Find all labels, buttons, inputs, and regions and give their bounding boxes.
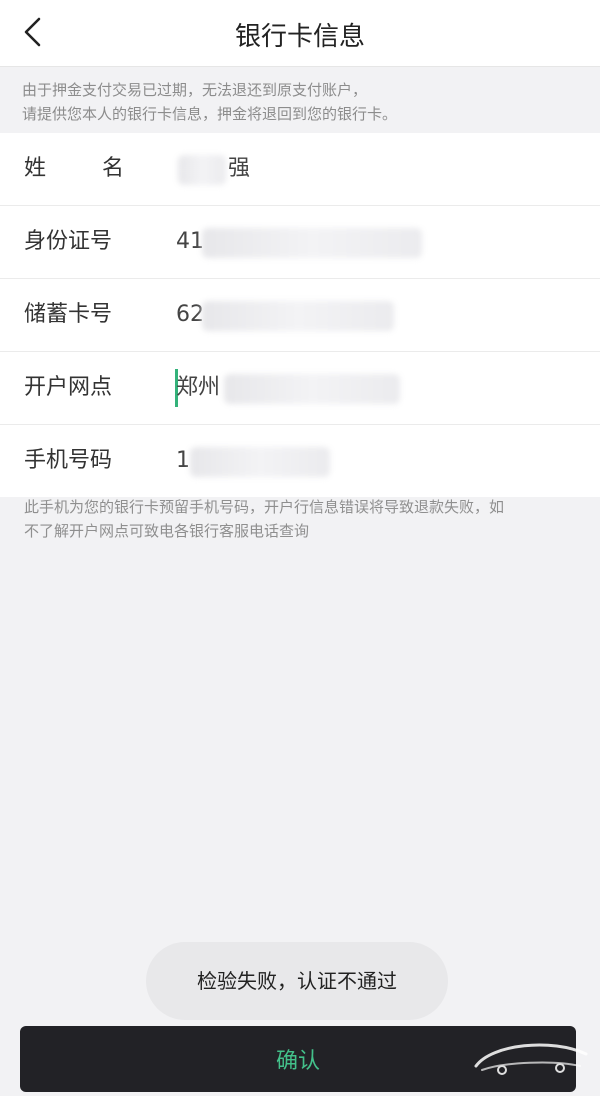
branch-field[interactable]: 郑州 xyxy=(176,352,220,424)
page-title: 银行卡信息 xyxy=(234,22,365,52)
id-number-label: 身份证号 xyxy=(24,229,113,254)
notice-line-1: 由于押金支付交易已过期，无法退还到原支付账户， xyxy=(22,81,368,99)
name-label: 姓 名 xyxy=(24,133,124,205)
phone-field[interactable]: 1 xyxy=(176,425,190,497)
id-number-row: 身份证号 41 xyxy=(0,206,600,279)
name-field[interactable]: 强 xyxy=(228,133,250,205)
hint-line-1: 此手机为您的银行卡预留手机号码，开户行信息错误将导致退款失败，如 xyxy=(24,498,505,516)
refund-notice: 由于押金支付交易已过期，无法退还到原支付账户， 请提供您本人的银行卡信息，押金将… xyxy=(22,78,582,126)
redacted-name xyxy=(178,155,226,185)
card-number-field[interactable]: 62 xyxy=(176,279,204,351)
name-label-char-2: 名 xyxy=(101,156,124,181)
bank-card-form: 姓 名 强 身份证号 41 储蓄卡号 62 开户网点 郑州 手机号码 1 xyxy=(0,133,600,497)
top-bar: 银行卡信息 xyxy=(0,0,600,67)
branch-row: 开户网点 郑州 xyxy=(0,352,600,425)
name-label-char-1: 姓 xyxy=(24,156,47,181)
name-row: 姓 名 强 xyxy=(0,133,600,206)
id-number-field[interactable]: 41 xyxy=(176,206,204,278)
card-number-label: 储蓄卡号 xyxy=(24,302,113,327)
branch-label: 开户网点 xyxy=(24,375,113,400)
phone-hint: 此手机为您的银行卡预留手机号码，开户行信息错误将导致退款失败，如 不了解开户网点… xyxy=(24,495,584,543)
redacted-phone xyxy=(190,447,330,477)
redacted-card-number xyxy=(202,301,394,331)
phone-label: 手机号码 xyxy=(24,448,113,473)
error-toast: 检验失败，认证不通过 xyxy=(146,942,448,1020)
notice-line-2: 请提供您本人的银行卡信息，押金将退回到您的银行卡。 xyxy=(22,105,398,123)
card-number-row: 储蓄卡号 62 xyxy=(0,279,600,352)
hint-line-2: 不了解开户网点可致电各银行客服电话查询 xyxy=(24,522,310,540)
phone-row: 手机号码 1 xyxy=(0,425,600,497)
redacted-id-number xyxy=(202,228,422,258)
watermark-logo xyxy=(474,1043,588,1075)
redacted-branch xyxy=(224,374,400,404)
